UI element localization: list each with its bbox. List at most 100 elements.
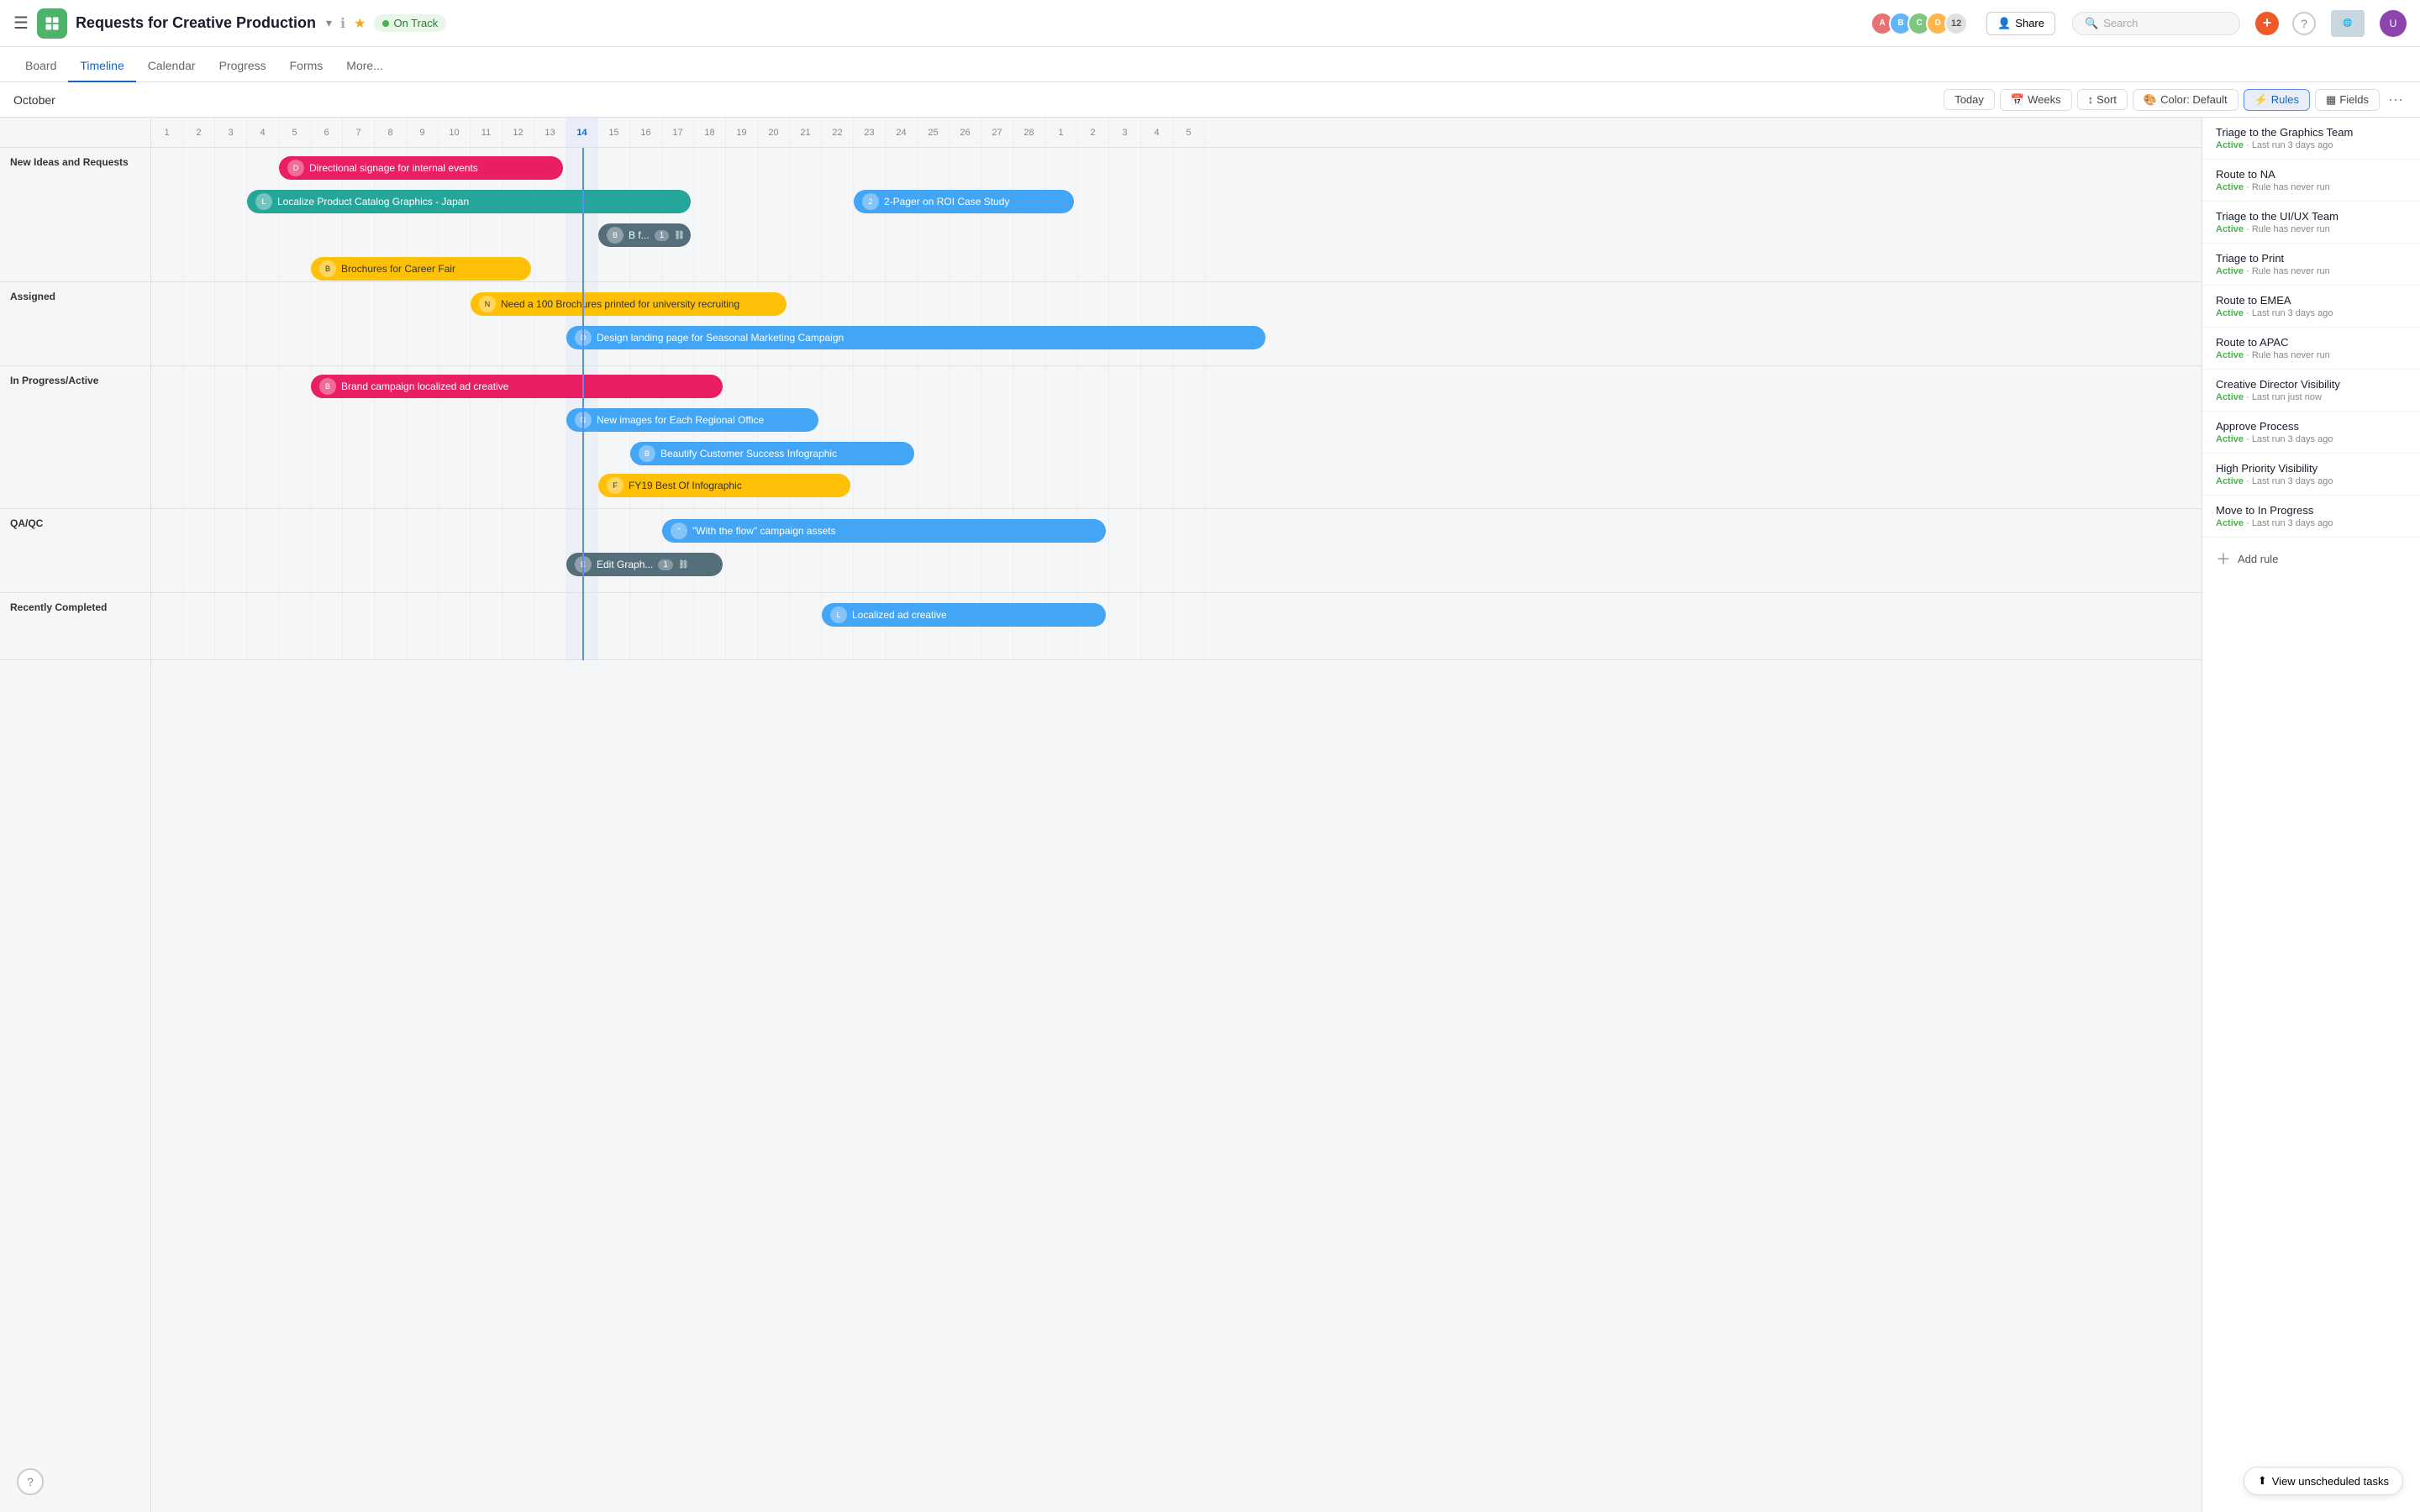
day-cell-3 [247,148,279,281]
status-badge[interactable]: On Track [374,14,446,32]
rules-button[interactable]: ⚡ Rules [2244,89,2310,111]
day-cell-10 [471,509,502,592]
search-icon: 🔍 [2085,17,2098,30]
fields-button[interactable]: ▦ Fields [2315,89,2380,111]
rule-item[interactable]: High Priority Visibility Active · Last r… [2202,454,2420,496]
tab-forms[interactable]: Forms [278,50,335,82]
task-bar[interactable]: BBrand campaign localized ad creative [311,375,723,398]
help-circle[interactable]: ? [17,1468,44,1495]
day-header-25: 26 [950,118,981,147]
tab-more[interactable]: More... [334,50,395,82]
task-avatar: L [255,193,272,210]
day-cell-23 [886,366,918,508]
task-bar[interactable]: EEdit Graph...1⛓ [566,553,723,576]
add-rule-button[interactable]: ＋Add rule [2202,538,2420,580]
task-badge: 1 [658,559,673,570]
user-avatar[interactable]: U [2380,10,2407,37]
task-label: 2-Pager on ROI Case Study [884,196,1009,207]
star-icon[interactable]: ★ [354,15,366,32]
task-bar[interactable]: 22-Pager on ROI Case Study [854,190,1074,213]
link-icon: ⛓ [674,231,685,240]
day-cell-21 [822,148,854,281]
rule-status: Active · Rule has never run [2216,350,2407,360]
rule-status: Active · Last run 3 days ago [2216,308,2407,318]
search-box[interactable]: 🔍 Search [2072,12,2240,35]
day-cell-16 [662,593,694,659]
more-options-icon[interactable]: ··· [2385,87,2407,112]
day-cell-14 [598,509,630,592]
task-bar[interactable]: BBrochures for Career Fair [311,257,531,281]
rule-item[interactable]: Creative Director Visibility Active · La… [2202,370,2420,412]
task-bar[interactable]: DDirectional signage for internal events [279,156,563,180]
title-chevron-icon[interactable]: ▾ [326,16,332,30]
status-label: On Track [393,17,438,29]
rule-item[interactable]: Route to APAC Active · Rule has never ru… [2202,328,2420,370]
status-dot [382,20,389,27]
day-cell-14 [598,593,630,659]
day-cell-22 [854,366,886,508]
day-cell-28 [1045,148,1077,281]
day-cell-22 [854,148,886,281]
sort-button[interactable]: ↕ Sort [2077,89,2128,110]
day-header-16: 17 [662,118,694,147]
app-logo[interactable] [37,8,67,39]
share-icon: 👤 [1997,17,2011,30]
avatar-count[interactable]: 12 [1944,12,1968,35]
day-cell-0 [151,593,183,659]
share-button[interactable]: 👤 Share [1986,12,2055,35]
task-bar[interactable]: FFY19 Best Of Infographic [598,474,850,497]
rule-item[interactable]: Triage to the UI/UX Team Active · Rule h… [2202,202,2420,244]
tab-progress[interactable]: Progress [208,50,278,82]
rule-last-run: · Last run 3 days ago [2246,476,2333,486]
menu-icon[interactable]: ☰ [13,13,29,34]
day-cell-15 [630,148,662,281]
day-cell-20 [790,282,822,365]
rule-item[interactable]: Route to NA Active · Rule has never run [2202,160,2420,202]
rule-item[interactable]: Triage to Print Active · Rule has never … [2202,244,2420,286]
task-bar[interactable]: BBeautify Customer Success Infographic [630,442,914,465]
group-qaqc: QA/QC [0,509,150,593]
day-cell-3 [247,593,279,659]
tab-board[interactable]: Board [13,50,68,82]
task-bar[interactable]: NNeed a 100 Brochures printed for univer… [471,292,786,316]
rule-status: Active · Last run just now [2216,392,2407,402]
task-bar[interactable]: ""With the flow" campaign assets [662,519,1106,543]
day-cell-2 [215,148,247,281]
task-bar[interactable]: DDesign landing page for Seasonal Market… [566,326,1265,349]
task-bar[interactable]: BB f...1⛓ [598,223,691,247]
help-button[interactable]: ? [2292,12,2316,35]
day-cell-8 [407,282,439,365]
day-cell-29 [1077,148,1109,281]
color-button[interactable]: 🎨 Color: Default [2133,89,2238,111]
day-header-30: 3 [1109,118,1141,147]
rule-item[interactable]: Route to EMEA Active · Last run 3 days a… [2202,286,2420,328]
weeks-button[interactable]: 📅 Weeks [2000,89,2072,111]
today-line [582,148,584,660]
add-button[interactable]: + [2255,12,2279,35]
today-button[interactable]: Today [1944,89,1995,110]
day-header-12: 13 [534,118,566,147]
day-cell-3 [247,366,279,508]
day-cell-30 [1109,148,1141,281]
add-rule-label: Add rule [2238,553,2278,565]
rule-item[interactable]: Approve Process Active · Last run 3 days… [2202,412,2420,454]
info-icon[interactable]: ℹ [340,15,345,32]
task-bar[interactable]: NNew images for Each Regional Office [566,408,818,432]
day-cell-30 [1109,366,1141,508]
task-bar[interactable]: LLocalized ad creative [822,603,1106,627]
day-header-6: 7 [343,118,375,147]
task-label: Brochures for Career Fair [341,263,455,275]
day-cell-27 [1013,366,1045,508]
task-bar[interactable]: LLocalize Product Catalog Graphics - Jap… [247,190,691,213]
rule-item[interactable]: Triage to the Graphics Team Active · Las… [2202,118,2420,160]
tab-calendar[interactable]: Calendar [136,50,208,82]
timeline-body: DDirectional signage for internal events… [151,148,2202,660]
task-avatar: F [607,477,623,494]
rule-item[interactable]: Move to In Progress Active · Last run 3 … [2202,496,2420,538]
day-header-7: 8 [375,118,407,147]
active-status: Active [2216,434,2244,444]
tab-timeline[interactable]: Timeline [68,50,135,82]
day-cell-26 [981,366,1013,508]
task-avatar: B [319,378,336,395]
view-unscheduled-button[interactable]: ⬆ View unscheduled tasks [2244,1467,2403,1495]
